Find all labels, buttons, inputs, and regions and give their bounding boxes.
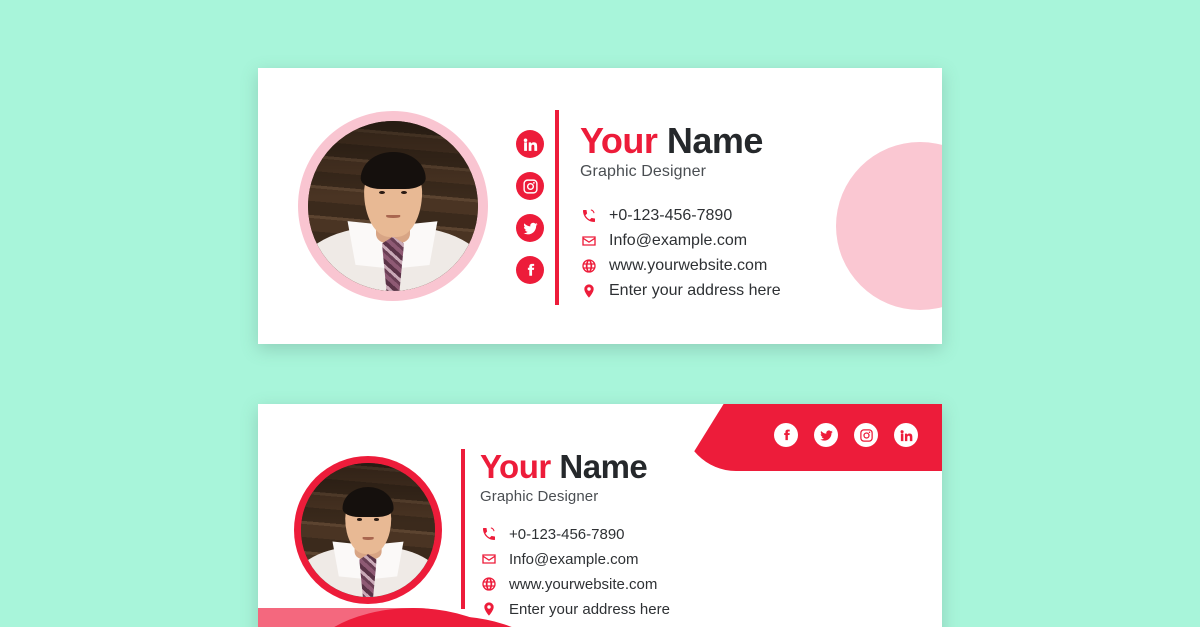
full-name: Your Name xyxy=(480,448,670,485)
twitter-icon xyxy=(522,220,539,237)
contact-row-address[interactable]: Enter your address here xyxy=(480,597,670,622)
contact-row-phone[interactable]: +0-123-456-7890 xyxy=(480,522,670,547)
instagram-icon xyxy=(522,178,539,195)
social-links-vertical xyxy=(516,130,544,284)
avatar-ring xyxy=(298,111,488,301)
contact-value-website: www.yourwebsite.com xyxy=(609,256,768,274)
social-link-instagram[interactable] xyxy=(516,172,544,200)
contact-value-phone: +0-123-456-7890 xyxy=(509,525,625,543)
email-signature-card-1[interactable]: Your Name Graphic Designer +0-123-456-78… xyxy=(258,68,942,344)
avatar xyxy=(294,456,442,604)
social-link-twitter[interactable] xyxy=(814,423,838,447)
portrait-mouth xyxy=(386,215,400,219)
facebook-icon xyxy=(779,428,794,443)
twitter-icon xyxy=(819,428,834,443)
avatar-photo xyxy=(301,463,435,597)
phone-icon xyxy=(480,526,497,543)
location-pin-icon xyxy=(580,282,597,299)
phone-icon xyxy=(580,207,597,224)
globe-icon xyxy=(580,257,597,274)
contact-row-website[interactable]: www.yourwebsite.com xyxy=(480,572,670,597)
contact-row-address[interactable]: Enter your address here xyxy=(580,278,781,303)
contact-row-email[interactable]: Info@example.com xyxy=(480,547,670,572)
avatar-ring xyxy=(294,456,442,604)
envelope-icon xyxy=(480,551,497,568)
decorative-pink-circle xyxy=(836,142,942,310)
avatar-photo xyxy=(308,121,478,291)
social-link-linkedin[interactable] xyxy=(894,423,918,447)
social-link-linkedin[interactable] xyxy=(516,130,544,158)
name-first: Your xyxy=(480,448,551,485)
contact-list: +0-123-456-7890 Info@example.com www.you… xyxy=(580,203,781,303)
name-last: Name xyxy=(550,448,648,485)
contact-value-website: www.yourwebsite.com xyxy=(509,575,658,593)
contact-value-email: Info@example.com xyxy=(609,231,748,249)
facebook-icon xyxy=(522,262,539,279)
social-link-twitter[interactable] xyxy=(516,214,544,242)
social-links-horizontal xyxy=(774,423,918,447)
identity-block: Your Name Graphic Designer +0-123-456-78… xyxy=(480,448,670,622)
globe-icon xyxy=(480,576,497,593)
contact-value-address: Enter your address here xyxy=(509,600,670,618)
name-last: Name xyxy=(657,120,764,161)
vertical-divider xyxy=(461,449,465,609)
vertical-divider xyxy=(555,110,559,305)
contact-row-email[interactable]: Info@example.com xyxy=(580,228,781,253)
social-link-facebook[interactable] xyxy=(516,256,544,284)
contact-row-phone[interactable]: +0-123-456-7890 xyxy=(580,203,781,228)
signature-template-preview: Your Name Graphic Designer +0-123-456-78… xyxy=(0,0,1200,627)
job-title: Graphic Designer xyxy=(580,163,707,181)
contact-row-website[interactable]: www.yourwebsite.com xyxy=(580,253,781,278)
contact-value-email: Info@example.com xyxy=(509,550,639,568)
envelope-icon xyxy=(580,232,597,249)
contact-list: +0-123-456-7890 Info@example.com www.you… xyxy=(480,522,670,622)
full-name: Your Name xyxy=(580,120,781,161)
contact-value-address: Enter your address here xyxy=(609,281,781,299)
job-title: Graphic Designer xyxy=(480,487,599,505)
portrait-eye-left xyxy=(356,517,362,521)
email-signature-card-2[interactable]: Your Name Graphic Designer +0-123-456-78… xyxy=(258,404,942,627)
instagram-icon xyxy=(859,428,874,443)
linkedin-icon xyxy=(522,136,539,153)
social-link-facebook[interactable] xyxy=(774,423,798,447)
linkedin-icon xyxy=(899,428,914,443)
avatar xyxy=(298,111,488,301)
social-link-instagram[interactable] xyxy=(854,423,878,447)
location-pin-icon xyxy=(480,601,497,618)
contact-value-phone: +0-123-456-7890 xyxy=(609,206,733,224)
name-first: Your xyxy=(580,120,658,161)
identity-block: Your Name Graphic Designer +0-123-456-78… xyxy=(580,120,781,303)
